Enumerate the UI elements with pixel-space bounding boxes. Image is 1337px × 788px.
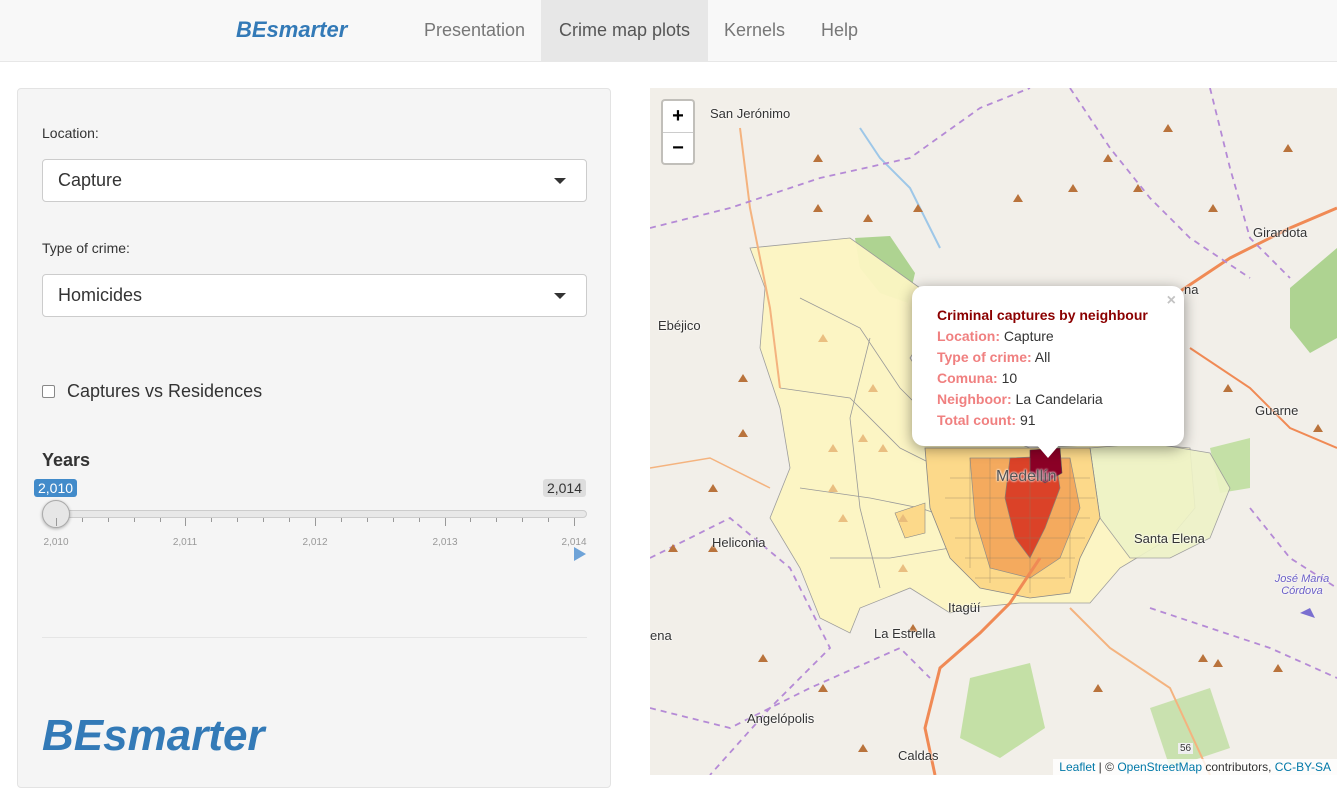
popup-row-total: Total count: 91 (937, 410, 1162, 431)
place-label: Caldas (898, 748, 939, 763)
years-slider-track[interactable] (56, 510, 587, 518)
close-icon[interactable]: × (1167, 290, 1176, 311)
sidebar-divider (42, 637, 587, 638)
popup-row-comuna: Comuna: 10 (937, 368, 1162, 389)
place-label: Angelópolis (747, 711, 815, 726)
attribution-separator: | © (1098, 760, 1114, 774)
navbar: BEsmarter Presentation Crime map plots K… (0, 0, 1337, 62)
popup-key: Neighboor: (937, 391, 1012, 407)
tab-help[interactable]: Help (803, 0, 876, 61)
slider-tick (185, 518, 186, 526)
crime-map[interactable]: San Jerónimo Ebéjico Girardota Guarne He… (650, 88, 1337, 775)
tab-presentation[interactable]: Presentation (406, 0, 543, 61)
slider-tick-label: 2,011 (172, 537, 198, 548)
crime-type-label: Type of crime: (42, 240, 130, 256)
place-label: na (1184, 282, 1199, 297)
place-label: Guarne (1255, 403, 1299, 418)
caret-down-icon (554, 178, 566, 184)
slider-tick-label: 2,013 (432, 537, 458, 548)
popup-value: 10 (1001, 370, 1018, 386)
place-label: Ebéjico (658, 318, 701, 333)
tab-crime-map-plots[interactable]: Crime map plots (541, 0, 709, 61)
slider-tick-label: 2,010 (43, 537, 69, 548)
zoom-in-button[interactable]: + (663, 101, 693, 133)
popup-row-location: Location: Capture (937, 326, 1162, 347)
popup-tip (1036, 444, 1060, 458)
popup-row-neighbor: Neighboor: La Candelaria (937, 389, 1162, 410)
captures-vs-residences-label[interactable]: Captures vs Residences (67, 381, 262, 402)
popup-value: 91 (1019, 412, 1036, 428)
map-attribution: Leaflet | © OpenStreetMap contributors, … (1053, 759, 1337, 775)
slider-tick (160, 518, 161, 522)
crime-type-select-value: Homicides (58, 285, 143, 305)
popup-value: All (1034, 349, 1051, 365)
popup-title: Criminal captures by neighbour (937, 307, 1148, 323)
slider-to-badge: 2,014 (542, 479, 586, 497)
slider-tick (56, 518, 57, 526)
zoom-out-button[interactable]: − (663, 133, 693, 164)
place-label: La Estrella (874, 626, 936, 641)
besmarter-logo: BEsmarter (42, 711, 265, 760)
slider-tick (574, 518, 575, 526)
slider-tick (134, 518, 135, 522)
attribution-contributors: contributors, (1205, 760, 1272, 774)
popup-key: Location: (937, 328, 1000, 344)
zoom-control: + − (661, 99, 695, 165)
play-icon[interactable] (574, 547, 586, 561)
popup-row-crime-type: Type of crime: All (937, 347, 1162, 368)
slider-tick (470, 518, 471, 522)
caret-down-icon (554, 293, 566, 299)
slider-tick (211, 518, 212, 522)
popup-value: Capture (1003, 328, 1054, 344)
slider-tick (108, 518, 109, 522)
captures-vs-residences-checkbox[interactable] (42, 385, 55, 398)
tab-kernels[interactable]: Kernels (706, 0, 803, 61)
place-label: San Jerónimo (710, 106, 791, 121)
place-label: Santa Elena (1134, 531, 1205, 546)
place-label: Itagüí (948, 600, 981, 615)
slider-tick (315, 518, 316, 526)
place-label: Girardota (1253, 225, 1308, 240)
slider-tick (341, 518, 342, 522)
slider-tick (522, 518, 523, 522)
slider-tick (393, 518, 394, 522)
popup-key: Type of crime: (937, 349, 1032, 365)
popup-value: La Candelaria (1015, 391, 1103, 407)
place-label: ena (650, 628, 672, 643)
popup-key: Total count: (937, 412, 1017, 428)
slider-tick (237, 518, 238, 522)
license-link[interactable]: CC-BY-SA (1275, 760, 1331, 774)
navbar-brand[interactable]: BEsmarter (236, 17, 347, 43)
slider-tick (419, 518, 420, 522)
place-label: Heliconia (712, 535, 766, 550)
slider-tick (548, 518, 549, 522)
place-label-airport: José María Córdova (1274, 573, 1330, 597)
location-label: Location: (42, 125, 99, 141)
crime-type-select[interactable]: Homicides (42, 274, 587, 317)
slider-tick-label: 2,012 (302, 537, 328, 548)
place-label: Medellín (996, 468, 1057, 485)
popup-key: Comuna: (937, 370, 998, 386)
sidebar-panel: Location: Capture Type of crime: Homicid… (17, 88, 611, 788)
osm-link[interactable]: OpenStreetMap (1117, 760, 1202, 774)
slider-tick (82, 518, 83, 522)
road-shield: 56 (1178, 743, 1194, 754)
slider-from-badge: 2,010 (34, 479, 78, 497)
location-select[interactable]: Capture (42, 159, 587, 202)
slider-tick (289, 518, 290, 522)
leaflet-link[interactable]: Leaflet (1059, 760, 1095, 774)
slider-tick (263, 518, 264, 522)
slider-tick (445, 518, 446, 526)
slider-tick (496, 518, 497, 522)
neighbor-popup: × Criminal captures by neighbour Locatio… (912, 286, 1184, 446)
slider-tick (367, 518, 368, 522)
location-select-value: Capture (58, 170, 123, 190)
years-label: Years (42, 450, 91, 470)
